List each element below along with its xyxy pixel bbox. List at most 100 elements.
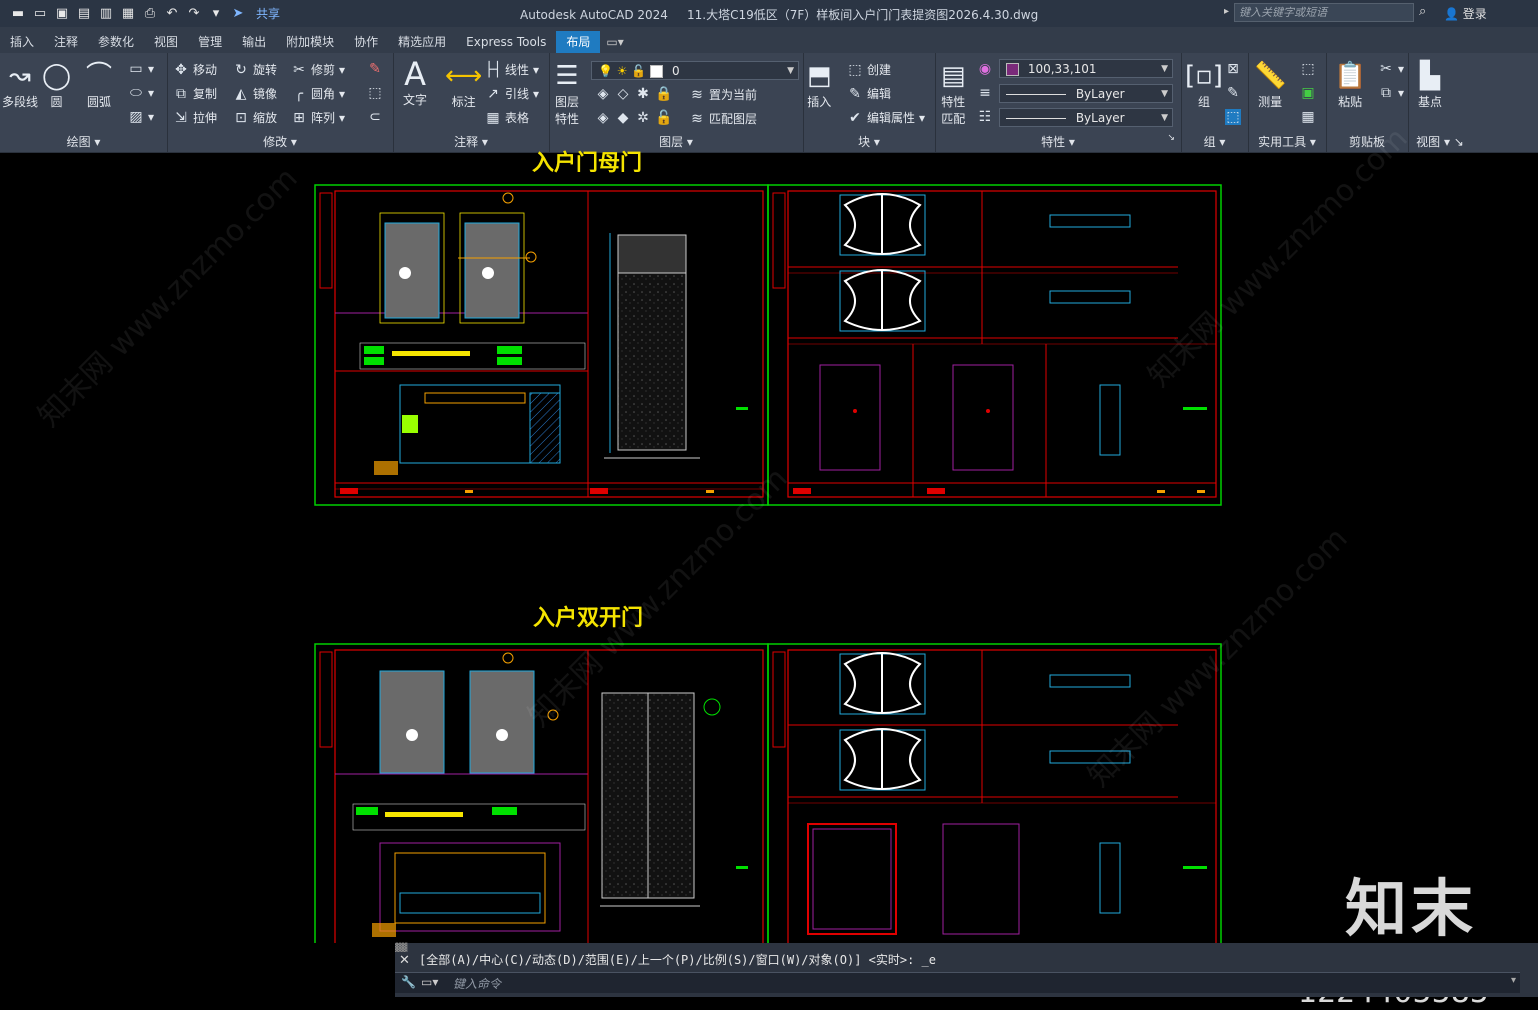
move-button[interactable]: ✥ 移动 bbox=[173, 61, 217, 78]
paste-button[interactable]: 📋 粘贴 bbox=[1334, 59, 1366, 110]
open-file-icon[interactable]: ▭ bbox=[32, 6, 48, 22]
layer-properties-button[interactable]: ☰ 图层 特性 bbox=[555, 59, 579, 127]
group-edit-icon[interactable]: ✎ bbox=[1225, 85, 1241, 101]
annotation-panel-title[interactable]: 注释 ▾ bbox=[393, 133, 549, 150]
layer-tools-row-1[interactable]: ◈ ◇ ✱ 🔒 bbox=[595, 86, 673, 102]
base-point-button[interactable]: ▙ 基点 bbox=[1418, 59, 1442, 110]
measure-button[interactable]: 📏 测量 bbox=[1254, 59, 1286, 110]
copy-clip-icon[interactable]: ⧉ ▾ bbox=[1378, 85, 1404, 101]
plot-icon[interactable]: ⎙ bbox=[142, 6, 158, 22]
group-select-icon[interactable]: ⬚ bbox=[1225, 109, 1241, 125]
draw-panel-title[interactable]: 绘图 ▾ bbox=[0, 133, 167, 150]
calculator-icon[interactable]: ▦ bbox=[1300, 109, 1316, 125]
block-panel-title[interactable]: 块 ▾ bbox=[803, 133, 935, 150]
lineweight-dropdown[interactable]: ByLayer ▼ bbox=[999, 84, 1173, 103]
search-input[interactable]: 键入关键字或短语 bbox=[1234, 3, 1414, 22]
chevron-down-icon[interactable]: ▾ bbox=[1511, 975, 1516, 986]
open-web-icon[interactable]: ▥ bbox=[98, 6, 114, 22]
cut-icon[interactable]: ✂ ▾ bbox=[1378, 61, 1404, 77]
tab-collaborate[interactable]: 协作 bbox=[344, 31, 388, 53]
fillet-icon: ╭ bbox=[294, 85, 304, 102]
text-button[interactable]: A 文字 bbox=[403, 57, 427, 108]
match-properties-label-1: 特性 bbox=[941, 95, 966, 109]
linear-button[interactable]: ├┤ 线性 ▾ bbox=[485, 61, 539, 78]
explode-button[interactable]: ⬚ bbox=[367, 85, 383, 101]
select-all-icon[interactable]: ▣ bbox=[1300, 85, 1316, 101]
quick-select-icon[interactable]: ⬚ bbox=[1300, 61, 1316, 77]
insert-block-button[interactable]: ⬒ 插入 bbox=[807, 59, 832, 110]
hatch-button[interactable]: ▨ ▾ bbox=[128, 109, 154, 125]
save-web-icon[interactable]: ▦ bbox=[120, 6, 136, 22]
tab-layout[interactable]: 布局 bbox=[556, 31, 601, 53]
circle-button[interactable]: ◯ 圆 bbox=[42, 59, 71, 110]
tab-featured-apps[interactable]: 精选应用 bbox=[388, 31, 456, 53]
search-icon[interactable]: ⌕ bbox=[1419, 4, 1426, 19]
circle-label: 圆 bbox=[50, 95, 63, 109]
grip-handle-icon[interactable]: ▓▓ bbox=[395, 943, 415, 953]
utilities-panel-title[interactable]: 实用工具 ▾ bbox=[1248, 133, 1326, 150]
offset-button[interactable]: ⊂ bbox=[367, 109, 383, 125]
edit-attributes-button[interactable]: ✔ 编辑属性 ▾ bbox=[847, 109, 925, 126]
ribbon-options-icon[interactable]: ▭▾ bbox=[606, 31, 623, 53]
drawing-canvas[interactable]: 入户门母门 入户双开门 知末网 www.znzmo.com 知末网 www.zn… bbox=[0, 121, 1538, 943]
dimension-button[interactable]: ⟷ 标注 bbox=[445, 59, 482, 110]
tab-output[interactable]: 输出 bbox=[232, 31, 276, 53]
tab-addins[interactable]: 附加模块 bbox=[276, 31, 344, 53]
color-dropdown[interactable]: 100,33,101 ▼ bbox=[999, 59, 1173, 78]
ungroup-icon[interactable]: ⊠ bbox=[1225, 61, 1241, 77]
text-label: 文字 bbox=[403, 93, 428, 107]
match-layer-icon: ≋ bbox=[691, 110, 703, 127]
copy-button[interactable]: ⧉ 复制 bbox=[173, 85, 217, 102]
linetype-dropdown[interactable]: ByLayer ▼ bbox=[999, 108, 1173, 127]
set-current-icon: ≋ bbox=[691, 86, 703, 103]
dialog-launcher-icon[interactable]: ↘ bbox=[1167, 133, 1175, 143]
customize-qat-icon[interactable]: ▾ bbox=[208, 6, 224, 22]
tab-insert[interactable]: 插入 bbox=[0, 31, 44, 53]
rotate-button[interactable]: ↻ 旋转 bbox=[233, 61, 277, 78]
scale-button[interactable]: ⊡ 缩放 bbox=[233, 109, 277, 126]
stretch-button[interactable]: ⇲ 拉伸 bbox=[173, 109, 217, 126]
command-input[interactable]: 🔧 ▭▾ 键入命令 ▾ bbox=[395, 972, 1520, 993]
share-icon[interactable]: ➤ bbox=[230, 6, 246, 22]
edit-block-button[interactable]: ✎ 编辑 bbox=[847, 85, 891, 102]
create-block-button[interactable]: ⬚ 创建 bbox=[847, 61, 891, 78]
tab-express-tools[interactable]: Express Tools bbox=[456, 31, 556, 53]
arc-label: 圆弧 bbox=[87, 95, 112, 109]
undo-icon[interactable]: ↶ bbox=[164, 6, 180, 22]
save-icon[interactable]: ▣ bbox=[54, 6, 70, 22]
modify-panel-title[interactable]: 修改 ▾ bbox=[167, 133, 393, 150]
table-button[interactable]: ▦ 表格 bbox=[485, 109, 529, 126]
match-layer-button[interactable]: ≋ 匹配图层 bbox=[689, 110, 757, 127]
mirror-button[interactable]: ◭ 镜像 bbox=[233, 85, 277, 102]
recent-commands-icon[interactable]: ▭▾ bbox=[421, 975, 438, 989]
new-file-icon[interactable]: ▬ bbox=[10, 6, 26, 22]
tab-manage[interactable]: 管理 bbox=[188, 31, 232, 53]
close-icon[interactable]: ✕ bbox=[399, 953, 410, 968]
match-properties-button[interactable]: ▤ 特性 匹配 bbox=[941, 59, 966, 127]
groups-panel-title[interactable]: 组 ▾ bbox=[1181, 133, 1248, 150]
arc-button[interactable]: ⌒ 圆弧 bbox=[86, 59, 112, 110]
layer-tools-row-2[interactable]: ◈ ◆ ✲ 🔓 bbox=[595, 110, 673, 126]
polyline-button[interactable]: ↝ 多段线 bbox=[2, 59, 38, 110]
login-button[interactable]: 👤 登录 bbox=[1444, 5, 1487, 22]
share-button[interactable]: 共享 bbox=[256, 5, 280, 22]
wrench-icon[interactable]: 🔧 bbox=[401, 975, 416, 989]
set-current-button[interactable]: ≋ 置为当前 bbox=[689, 86, 757, 103]
chevron-right-icon[interactable]: ▸ bbox=[1224, 6, 1229, 17]
tab-parametric[interactable]: 参数化 bbox=[88, 31, 144, 53]
rectangle-button[interactable]: ▭ ▾ bbox=[128, 61, 154, 77]
trim-button[interactable]: ✂ 修剪 ▾ bbox=[291, 61, 345, 78]
redo-icon[interactable]: ↷ bbox=[186, 6, 202, 22]
properties-panel-title[interactable]: 特性 ▾ ↘ bbox=[935, 133, 1181, 150]
tab-annotate[interactable]: 注释 bbox=[44, 31, 88, 53]
save-as-icon[interactable]: ▤ bbox=[76, 6, 92, 22]
erase-button[interactable]: ✎ bbox=[367, 61, 383, 77]
ellipse-button[interactable]: ⬭ ▾ bbox=[128, 85, 154, 101]
leader-button[interactable]: ↗ 引线 ▾ bbox=[485, 85, 539, 102]
group-button[interactable]: [▫] 组 bbox=[1185, 59, 1223, 110]
tab-view[interactable]: 视图 bbox=[144, 31, 188, 53]
view-panel-title[interactable]: 视图 ▾ ↘ bbox=[1408, 133, 1472, 150]
fillet-button[interactable]: ╭ 圆角 ▾ bbox=[291, 85, 345, 102]
array-button[interactable]: ⊞ 阵列 ▾ bbox=[291, 109, 345, 126]
layer-dropdown[interactable]: 💡 ☀ 🔓 0 ▼ bbox=[591, 61, 799, 80]
